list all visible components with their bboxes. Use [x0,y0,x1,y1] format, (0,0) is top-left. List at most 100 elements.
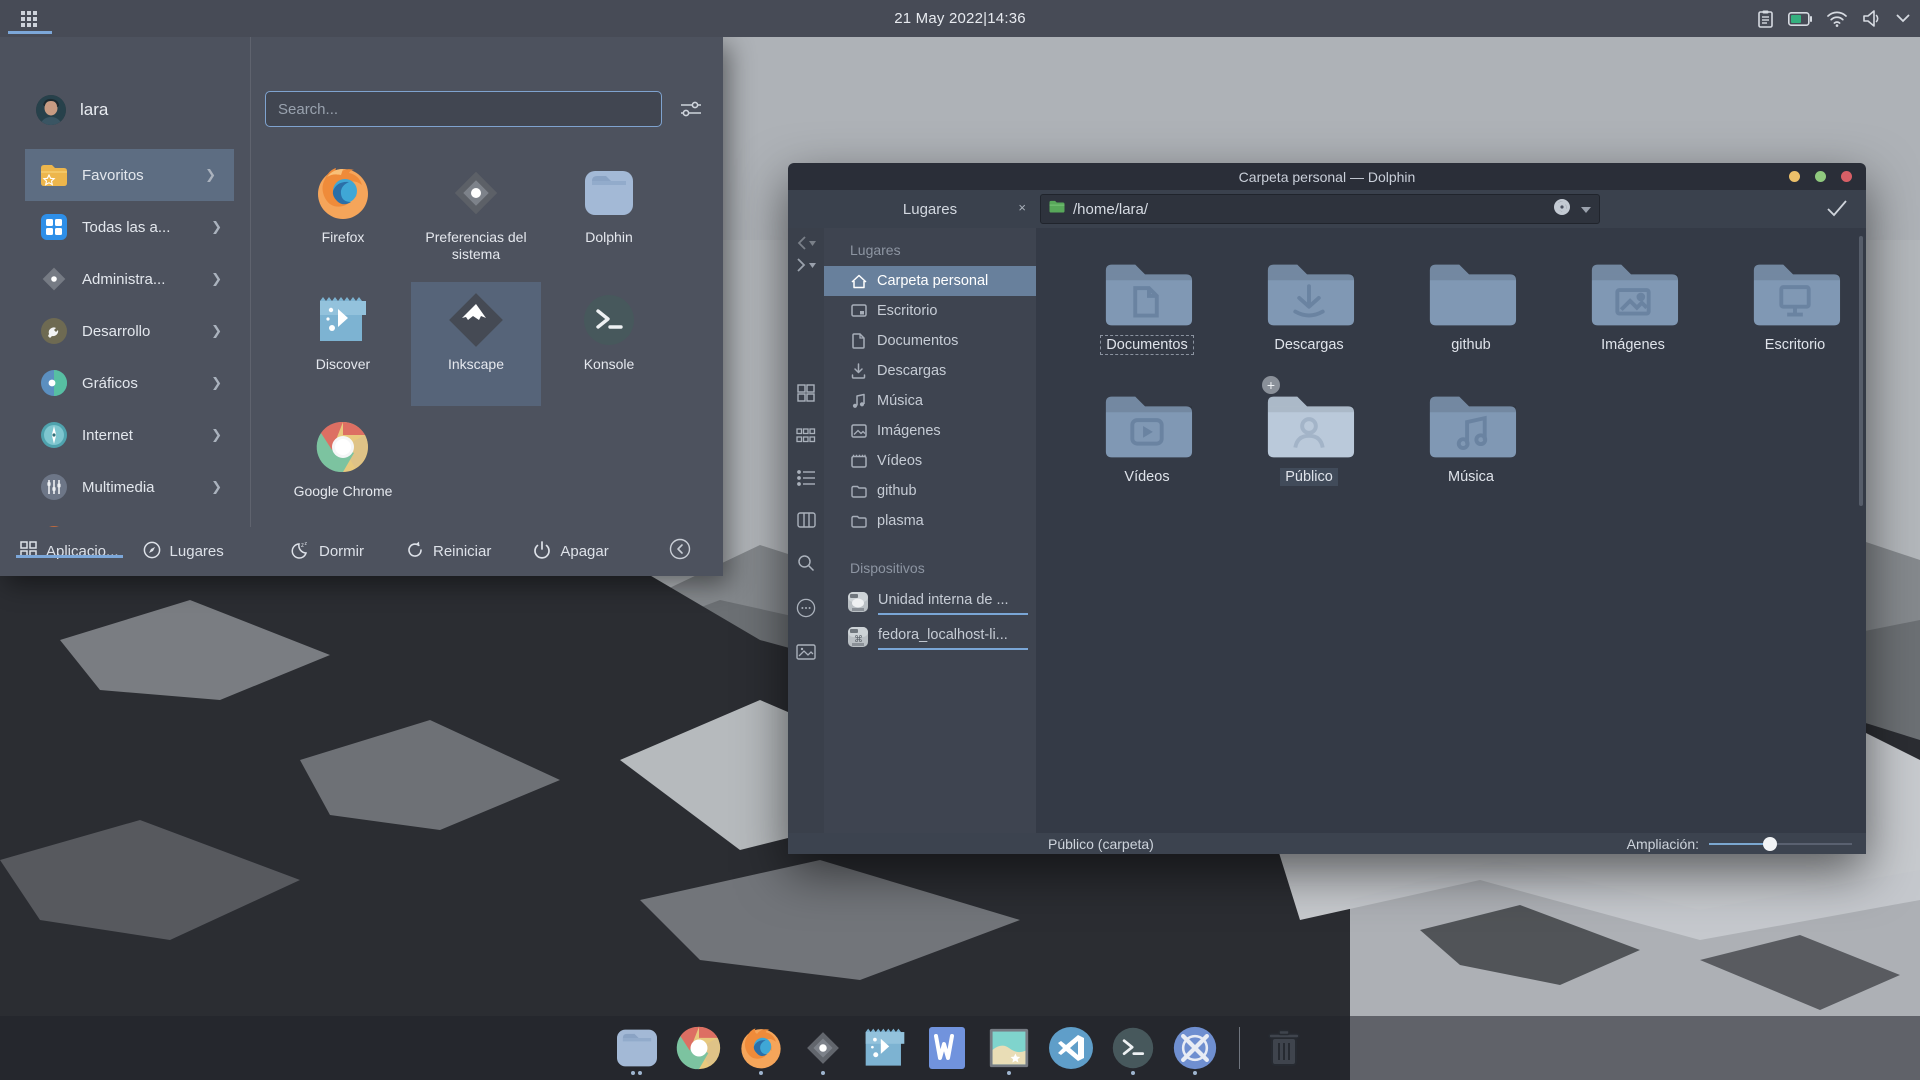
folder-documentos[interactable]: Documentos [1066,254,1228,386]
folder-imagenes[interactable]: Imágenes [1552,254,1714,386]
dock-discover[interactable] [859,1020,911,1076]
dock [0,1016,1920,1080]
restart-button[interactable]: Reiniciar [394,541,503,563]
category-desarrollo[interactable]: Desarrollo ❯ [0,305,250,357]
titlebar[interactable]: Carpeta personal — Dolphin [788,163,1866,190]
dock-trash[interactable] [1258,1020,1310,1076]
dolphin-icon [581,165,637,221]
favorite-firefox[interactable]: Firefox [278,155,408,279]
video-icon [850,454,867,468]
sleep-button[interactable]: zz Dormir [278,541,376,563]
place-videos[interactable]: Vídeos [824,446,1036,476]
places-globe-icon[interactable] [1553,198,1571,221]
favorite-google-chrome[interactable]: Google Chrome [278,409,408,533]
folder-publico[interactable]: + Público [1228,386,1390,518]
dock-vscode[interactable] [1045,1020,1097,1076]
dock-writer[interactable] [921,1020,973,1076]
folder-musica[interactable]: Música [1390,386,1552,518]
search-icon[interactable] [797,554,815,577]
device-unidad-interna[interactable]: Unidad interna de ... [824,590,1036,619]
zoom-slider[interactable] [1709,843,1852,845]
settings-diamond-icon [40,265,68,293]
folder-descargas[interactable]: Descargas [1228,254,1390,386]
place-imagenes[interactable]: Imágenes [824,416,1036,446]
checkmark-icon[interactable] [1826,199,1848,222]
dock-firefox[interactable] [735,1020,787,1076]
caret-down-icon[interactable] [1581,200,1591,218]
close-button[interactable] [1841,171,1852,182]
dock-chrome[interactable] [673,1020,725,1076]
shutdown-button[interactable]: Apagar [521,541,620,563]
chevron-right-icon: ❯ [205,167,216,183]
dock-system-settings[interactable] [797,1020,849,1076]
tab-aplicaciones[interactable]: Aplicacio... [8,541,131,562]
place-musica[interactable]: Música [824,386,1036,416]
chevron-right-icon: ❯ [211,375,222,391]
category-todas-las-aplicaciones[interactable]: Todas las a... ❯ [0,201,250,253]
category-administracion[interactable]: Administra... ❯ [0,253,250,305]
place-documentos[interactable]: Documentos [824,326,1036,356]
chevron-down-icon[interactable] [1896,14,1910,23]
compact-view-icon[interactable] [796,428,816,449]
battery-icon[interactable] [1788,12,1812,26]
place-github[interactable]: github [824,476,1036,506]
favorite-dolphin[interactable]: Dolphin [544,155,674,279]
dock-gwenview[interactable] [983,1020,1035,1076]
sleep-moon-icon: zz [290,541,310,563]
category-graficos[interactable]: Gráficos ❯ [0,357,250,409]
scrollbar[interactable] [1859,236,1863,506]
minimize-button[interactable] [1789,171,1800,182]
location-bar[interactable]: /home/lara/ [1040,194,1600,224]
search-input[interactable] [265,91,662,127]
forward-button[interactable] [797,258,816,272]
more-options-icon[interactable] [796,598,816,623]
tab-lugares[interactable]: Lugares [131,541,236,563]
graphics-icon [40,369,68,397]
dock-xorg[interactable] [1169,1020,1221,1076]
place-carpeta-personal[interactable]: Carpeta personal [824,266,1036,296]
zoom-slider-thumb[interactable] [1763,837,1777,851]
place-plasma[interactable]: plasma [824,506,1036,536]
user-avatar[interactable] [36,95,66,125]
places-panel-header: Lugares × [824,190,1036,228]
category-oficina[interactable]: Oficina ❯ [0,513,250,527]
user-name: lara [80,100,108,120]
dock-konsole[interactable] [1107,1020,1159,1076]
category-favoritos[interactable]: Favoritos ❯ [25,149,234,201]
icons-view-icon[interactable] [797,384,815,407]
chevron-left-circle-icon[interactable] [669,538,691,564]
wifi-icon[interactable] [1827,11,1847,27]
place-descargas[interactable]: Descargas [824,356,1036,386]
split-view-icon[interactable] [797,512,816,533]
configure-sliders-icon[interactable] [680,99,702,124]
discover-icon [315,292,371,348]
volume-icon[interactable] [1862,10,1881,27]
chrome-icon [315,419,371,475]
category-internet[interactable]: Internet ❯ [0,409,250,461]
favorite-konsole[interactable]: Konsole [544,282,674,406]
back-button[interactable] [797,236,816,250]
folder-escritorio[interactable]: Escritorio [1714,254,1866,386]
panel-clock[interactable]: 21 May 2022|14:36 [0,10,1920,27]
folder-view[interactable]: Documentos Descargas github Imágenes Esc… [1036,228,1866,833]
dock-dolphin[interactable] [611,1020,663,1076]
preview-image-icon[interactable] [796,644,816,665]
close-panel-icon[interactable]: × [1018,200,1026,215]
chevron-right-icon: ❯ [211,323,222,339]
favorite-inkscape[interactable]: Inkscape [411,282,541,406]
favorite-preferencias-del-sistema[interactable]: Preferencias del sistema [411,155,541,279]
zoom-label: Ampliación: [1627,836,1699,852]
application-launcher: lara Favoritos ❯ Todas las a... ❯ Admini… [0,37,723,576]
category-multimedia[interactable]: Multimedia ❯ [0,461,250,513]
maximize-button[interactable] [1815,171,1826,182]
device-fedora-localhost[interactable]: ⌘ fedora_localhost-li... [824,625,1036,654]
address-text[interactable]: /home/lara/ [1073,201,1553,218]
favorite-discover[interactable]: Discover [278,282,408,406]
folder-github[interactable]: github [1390,254,1552,386]
details-view-icon[interactable] [797,470,816,491]
place-escritorio[interactable]: Escritorio [824,296,1036,326]
folder-videos[interactable]: Vídeos [1066,386,1228,518]
clipboard-icon[interactable] [1758,10,1773,28]
places-section-label: Lugares [824,228,1036,266]
window-title: Carpeta personal — Dolphin [1239,169,1416,185]
